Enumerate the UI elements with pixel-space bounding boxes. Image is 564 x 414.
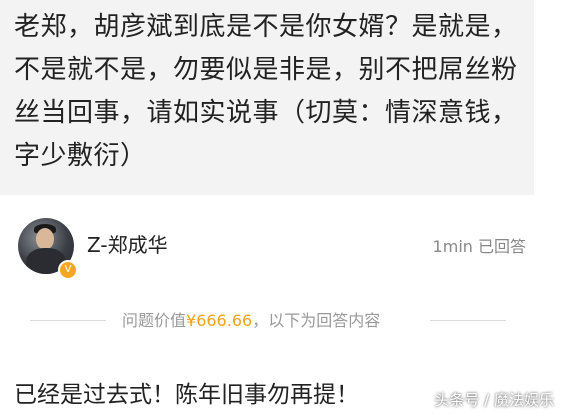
reward-divider: 问题价值¥666.66，以下为回答内容 [0, 309, 564, 333]
answer-time: 1min 已回答 [432, 237, 526, 256]
answer-text: 已经是过去式！陈年旧事勿再提！ [14, 382, 359, 408]
question-text: 老郑，胡彦斌到底是不是你女婿？是就是，不是就不是，勿要似是非是，别不把屌丝粉丝当… [14, 12, 518, 171]
reward-prefix: 问题价值 [122, 311, 187, 330]
reward-price: ¥666.66 [186, 311, 253, 330]
reward-text: 问题价值¥666.66，以下为回答内容 [122, 309, 380, 333]
question-card: 老郑，胡彦斌到底是不是你女婿？是就是，不是就不是，勿要似是非是，别不把屌丝粉丝当… [0, 0, 534, 195]
watermark: 头条号 / 魔法娱乐 [434, 391, 554, 409]
divider-line-left [30, 320, 106, 321]
verified-badge-icon: V [58, 260, 78, 280]
avatar-head [36, 228, 54, 250]
reward-suffix: ，以下为回答内容 [252, 311, 381, 330]
divider-line-right [430, 320, 506, 321]
username[interactable]: Z-郑成华 [87, 232, 168, 258]
answer-header: V Z-郑成华 1min 已回答 [0, 208, 564, 288]
